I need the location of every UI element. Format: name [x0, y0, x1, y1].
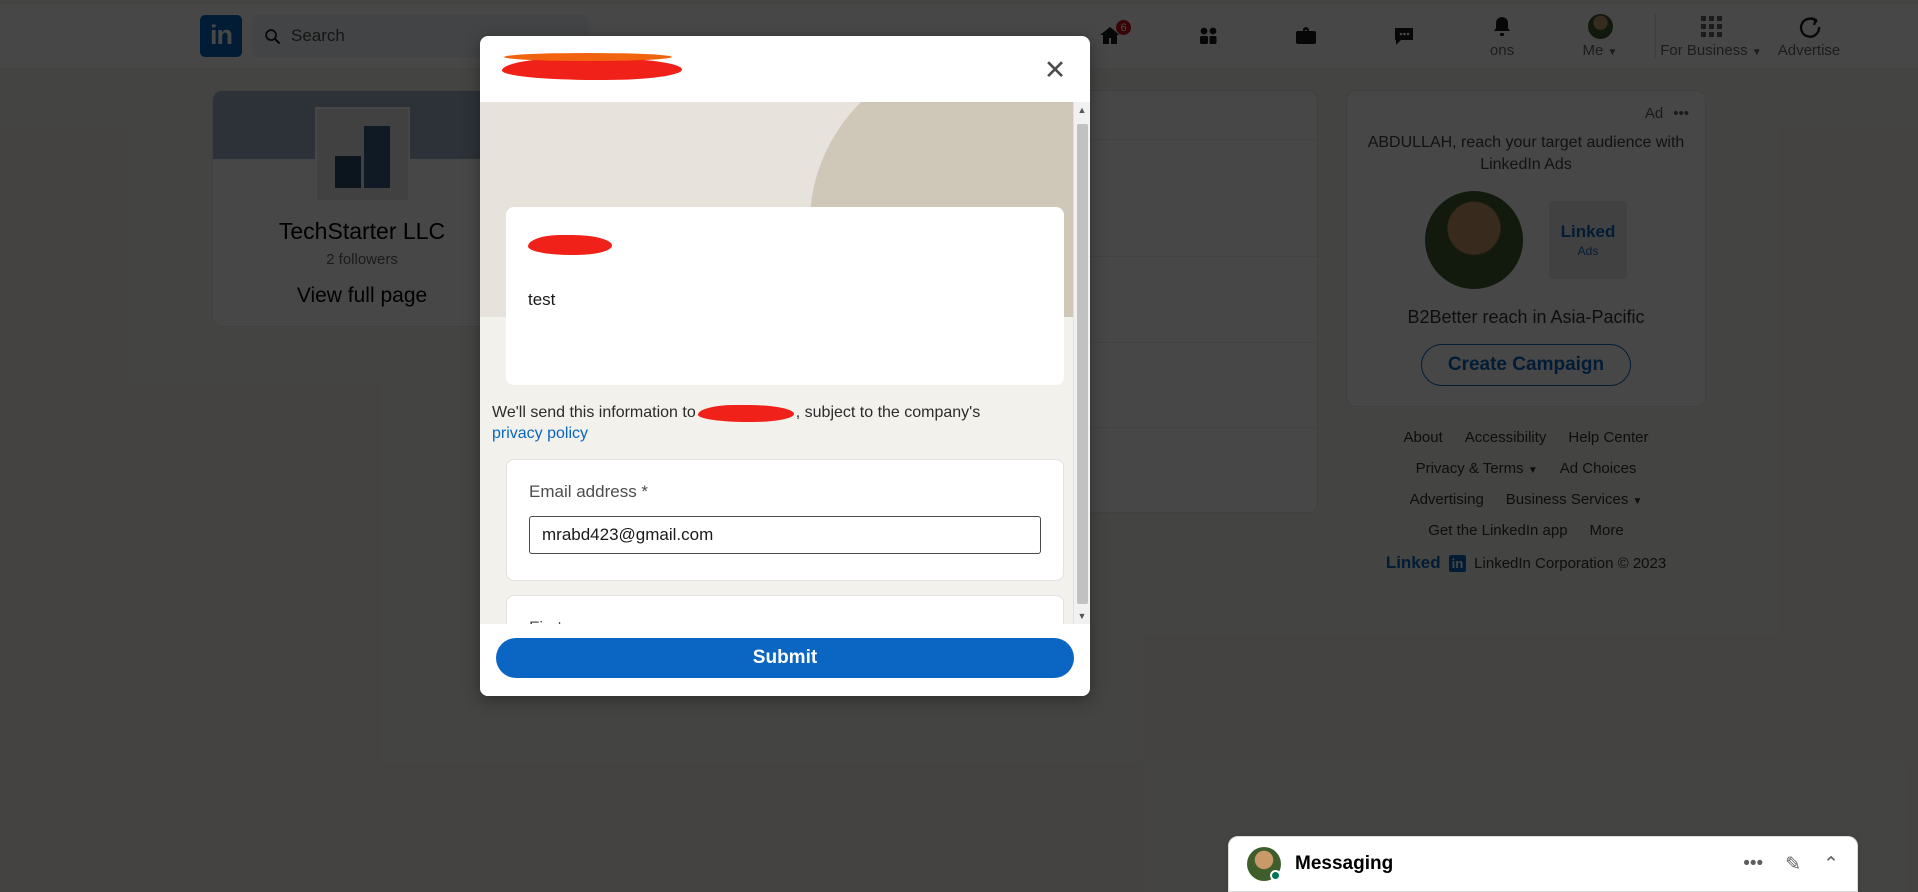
scrollbar-thumb[interactable] — [1076, 124, 1088, 604]
name-field-group: First name Last name — [506, 594, 1064, 624]
linkedin-page: in Search 6 — [0, 0, 1918, 892]
consent-company-redacted — [697, 404, 794, 422]
modal-footer: Submit — [480, 624, 1090, 696]
modal-scroll-area: test We'll send this information to , su… — [480, 102, 1090, 624]
scroll-down-icon[interactable]: ▼ — [1078, 611, 1087, 621]
email-input[interactable] — [529, 515, 1041, 554]
messaging-actions: ••• ✎ ⌃ — [1743, 853, 1839, 876]
compose-message-icon[interactable]: ✎ — [1785, 853, 1801, 876]
email-label: Email address * — [529, 481, 649, 501]
modal-title-redacted — [502, 53, 682, 80]
modal-scrollbar[interactable]: ▲ ▼ — [1073, 102, 1090, 624]
consent-prefix: We'll send this information to — [492, 404, 696, 421]
close-icon[interactable]: ✕ — [1040, 56, 1070, 86]
offer-card: test — [506, 207, 1064, 385]
online-status-dot — [1270, 870, 1281, 881]
messaging-options-icon[interactable]: ••• — [1743, 853, 1763, 875]
offer-body-text: test — [528, 290, 556, 309]
scroll-up-icon[interactable]: ▲ — [1078, 105, 1087, 115]
email-field-group: Email address * — [506, 458, 1064, 581]
submit-button[interactable]: Submit — [496, 638, 1074, 678]
consent-middle: , subject to the company's — [795, 404, 981, 421]
modal-header: ✕ — [480, 36, 1090, 102]
messaging-avatar — [1247, 847, 1281, 881]
messaging-title: Messaging — [1295, 853, 1394, 874]
offer-heading-redacted — [528, 235, 612, 255]
first-name-label: First name — [529, 618, 1041, 624]
lead-form-modal: ✕ test We'll send this information to , … — [480, 36, 1090, 696]
consent-text: We'll send this information to , subject… — [480, 385, 1090, 445]
privacy-policy-link[interactable]: privacy policy — [492, 424, 588, 445]
expand-messaging-icon[interactable]: ⌃ — [1823, 853, 1839, 876]
messaging-bar[interactable]: Messaging ••• ✎ ⌃ — [1228, 836, 1858, 892]
